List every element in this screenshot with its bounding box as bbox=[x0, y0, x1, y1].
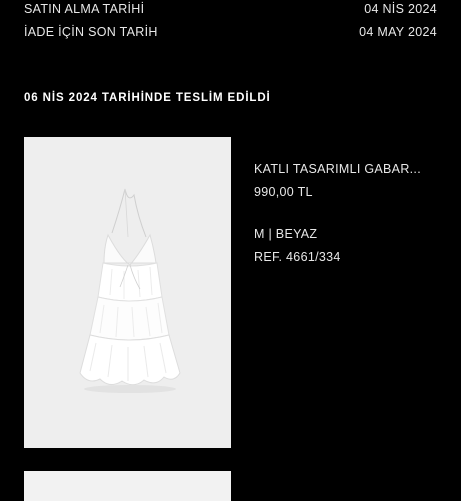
product-image[interactable] bbox=[24, 137, 231, 448]
purchase-date-row: SATIN ALMA TARİHİ 04 NİS 2024 bbox=[24, 2, 437, 16]
product-info: KATLI TASARIMLI GABAR... 990,00 TL M | B… bbox=[254, 162, 454, 264]
dress-illustration bbox=[79, 188, 181, 393]
return-deadline-label: İADE İÇİN SON TARİH bbox=[24, 25, 158, 39]
purchase-date-label: SATIN ALMA TARİHİ bbox=[24, 2, 145, 16]
purchase-date-value: 04 NİS 2024 bbox=[364, 2, 437, 16]
next-product-image[interactable] bbox=[24, 471, 231, 501]
delivery-status-heading: 06 NİS 2024 TARİHİNDE TESLİM EDİLDİ bbox=[24, 92, 271, 104]
product-reference: REF. 4661/334 bbox=[254, 250, 341, 264]
product-name[interactable]: KATLI TASARIMLI GABAR... bbox=[254, 162, 454, 176]
return-deadline-value: 04 MAY 2024 bbox=[359, 25, 437, 39]
product-variant: M | BEYAZ bbox=[254, 227, 318, 241]
product-price: 990,00 TL bbox=[254, 185, 313, 199]
return-deadline-row: İADE İÇİN SON TARİH 04 MAY 2024 bbox=[24, 25, 437, 39]
